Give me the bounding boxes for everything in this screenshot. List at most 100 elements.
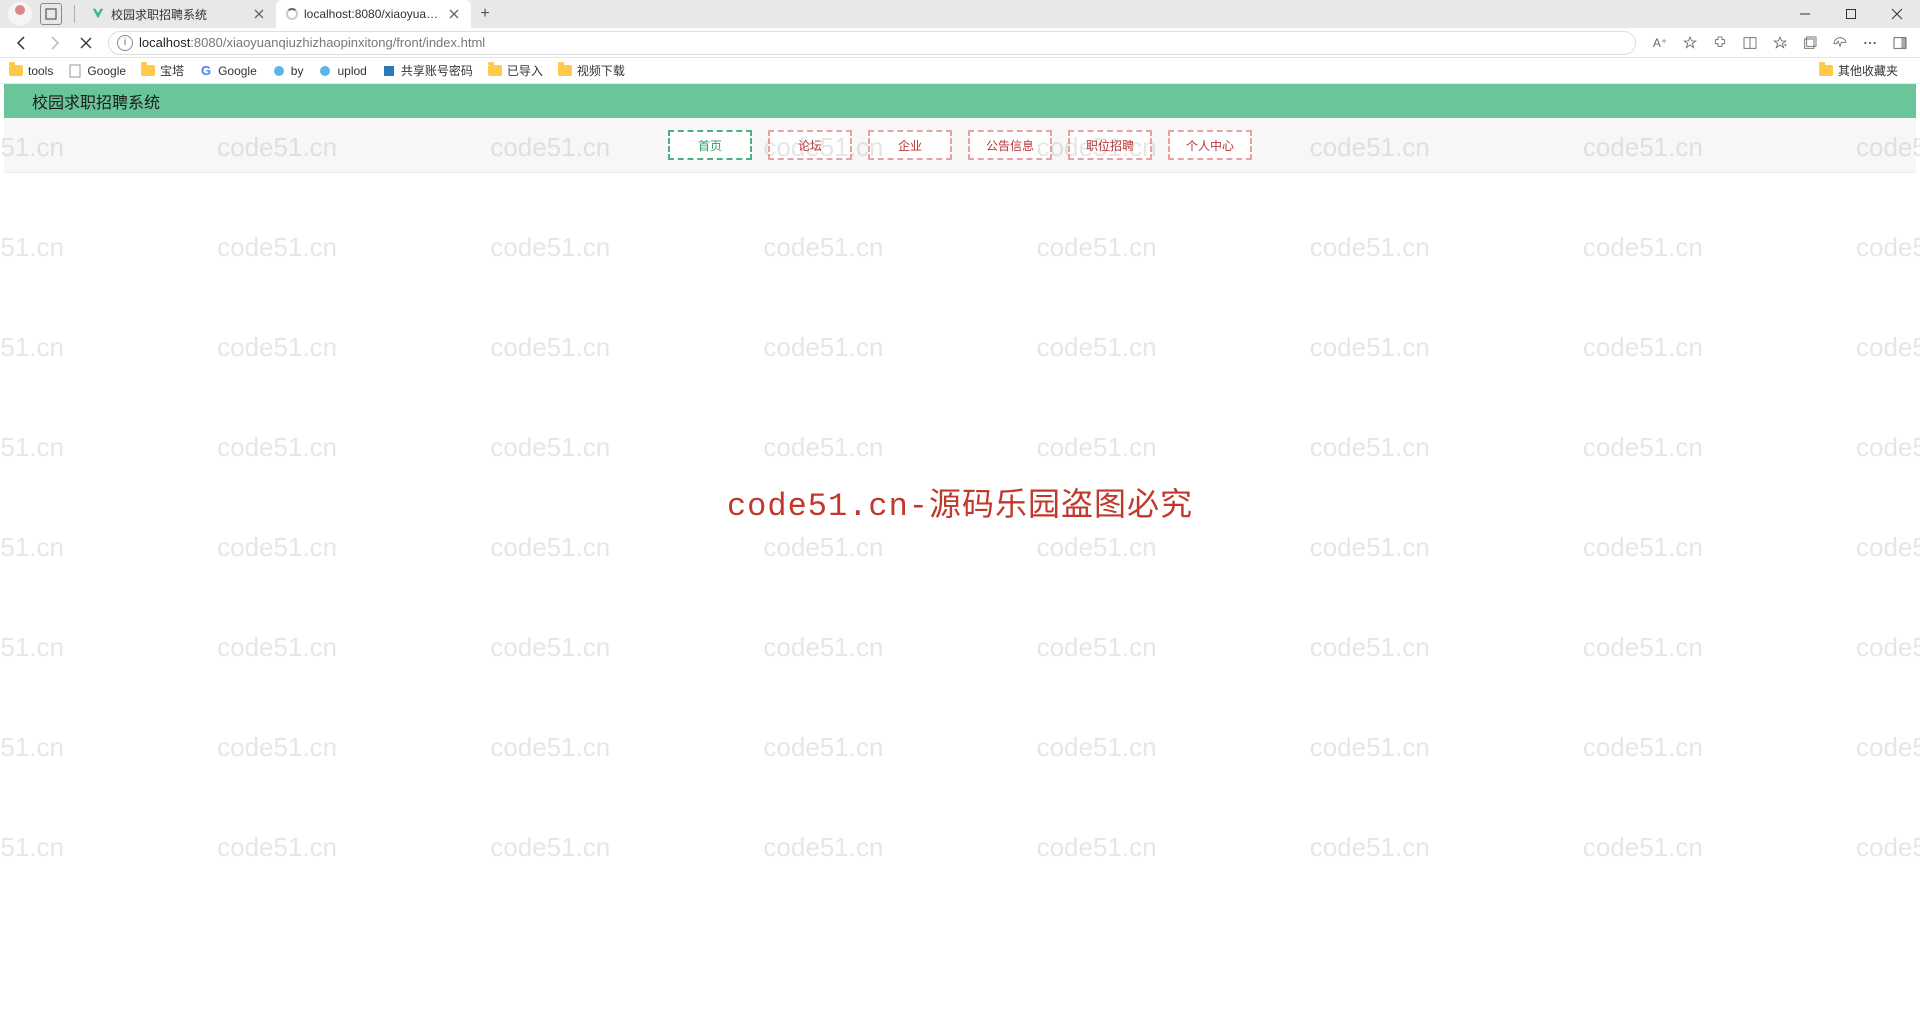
read-aloud-button[interactable]: A⁺ bbox=[1650, 33, 1670, 53]
window-controls bbox=[1782, 0, 1920, 28]
menu-tab-jobs[interactable]: 职位招聘 bbox=[1068, 130, 1152, 160]
watermark-text: code51.cn bbox=[1583, 632, 1703, 663]
menu-tab-home[interactable]: 首页 bbox=[668, 130, 752, 160]
forward-button[interactable] bbox=[38, 29, 70, 57]
watermark-text: code51.cn bbox=[217, 332, 337, 363]
watermark-text: code51.cn bbox=[0, 332, 64, 363]
watermark-text: code51.cn bbox=[1037, 332, 1157, 363]
tab-title: 校园求职招聘系统 bbox=[111, 6, 246, 23]
site-icon bbox=[317, 63, 333, 79]
watermark-text: code51.cn bbox=[1856, 832, 1920, 863]
watermark-text: code51.cn bbox=[1856, 332, 1920, 363]
watermark-text: code51.cn bbox=[1310, 332, 1430, 363]
separator bbox=[74, 5, 75, 23]
watermark-text: code51.cn bbox=[763, 832, 883, 863]
folder-icon bbox=[487, 63, 503, 79]
stop-reload-button[interactable] bbox=[70, 29, 102, 57]
folder-icon bbox=[1818, 63, 1834, 79]
bookmark-overflow[interactable]: 其他收藏夹 bbox=[1818, 62, 1898, 79]
watermark-text: code51.cn bbox=[0, 232, 64, 263]
bookmark-item[interactable]: tools bbox=[8, 63, 53, 79]
collections-icon[interactable] bbox=[1800, 33, 1820, 53]
watermark-text: code51.cn bbox=[1583, 232, 1703, 263]
watermark-text: code51.cn bbox=[763, 532, 883, 563]
vue-favicon-icon bbox=[91, 7, 105, 21]
watermark-text: code51.cn bbox=[217, 532, 337, 563]
main-menu-tabs: 首页 论坛 企业 公告信息 职位招聘 个人中心 bbox=[4, 118, 1916, 173]
bookmark-item[interactable]: uplod bbox=[317, 63, 366, 79]
bookmark-item[interactable]: GGoogle bbox=[198, 63, 257, 79]
split-screen-icon[interactable] bbox=[1740, 33, 1760, 53]
address-bar[interactable]: i localhost:8080/xiaoyuanqiuzhizhaopinxi… bbox=[108, 31, 1636, 55]
tab-title: localhost:8080/xiaoyuanqiuzhizh bbox=[304, 7, 441, 21]
browser-titlebar: 校园求职招聘系统 localhost:8080/xiaoyuanqiuzhizh… bbox=[0, 0, 1920, 28]
watermark-text: code51.cn bbox=[763, 632, 883, 663]
watermark-text: code51.cn bbox=[1310, 432, 1430, 463]
address-bar-row: i localhost:8080/xiaoyuanqiuzhizhaopinxi… bbox=[0, 28, 1920, 58]
performance-icon[interactable] bbox=[1830, 33, 1850, 53]
watermark-text: code51.cn bbox=[1037, 832, 1157, 863]
browser-tab[interactable]: 校园求职招聘系统 bbox=[81, 0, 276, 28]
site-info-icon[interactable]: i bbox=[117, 35, 133, 51]
close-window-button[interactable] bbox=[1874, 0, 1920, 28]
folder-icon bbox=[557, 63, 573, 79]
favorites-icon[interactable] bbox=[1770, 33, 1790, 53]
page-icon bbox=[67, 63, 83, 79]
sidebar-toggle-icon[interactable] bbox=[1890, 33, 1910, 53]
watermark-text: code51.cn bbox=[763, 432, 883, 463]
menu-tab-notice[interactable]: 公告信息 bbox=[968, 130, 1052, 160]
site-icon bbox=[271, 63, 287, 79]
watermark-text: code51.cn bbox=[1583, 432, 1703, 463]
favorite-star-icon[interactable] bbox=[1680, 33, 1700, 53]
bookmark-item[interactable]: 视频下载 bbox=[557, 62, 625, 79]
folder-icon bbox=[140, 63, 156, 79]
menu-tab-forum[interactable]: 论坛 bbox=[768, 130, 852, 160]
bookmark-item[interactable]: 已导入 bbox=[487, 62, 543, 79]
watermark-text: code51.cn bbox=[1583, 832, 1703, 863]
watermark-text: code51.cn bbox=[490, 232, 610, 263]
extensions-icon[interactable] bbox=[1710, 33, 1730, 53]
menu-tab-company[interactable]: 企业 bbox=[868, 130, 952, 160]
page-title-bar: 校园求职招聘系统 bbox=[4, 84, 1916, 118]
watermark-text: code51.cn bbox=[490, 832, 610, 863]
watermark-text: code51.cn bbox=[1583, 732, 1703, 763]
menu-tab-usercenter[interactable]: 个人中心 bbox=[1168, 130, 1252, 160]
watermark-text: code51.cn bbox=[217, 632, 337, 663]
watermark-text: code51.cn bbox=[0, 732, 64, 763]
watermark-text: code51.cn bbox=[1037, 232, 1157, 263]
watermark-text: code51.cn bbox=[1037, 732, 1157, 763]
google-icon: G bbox=[198, 63, 214, 79]
url-text: localhost:8080/xiaoyuanqiuzhizhaopinxito… bbox=[139, 35, 485, 50]
tab-close-button[interactable] bbox=[447, 7, 461, 21]
minimize-button[interactable] bbox=[1782, 0, 1828, 28]
tab-close-button[interactable] bbox=[252, 7, 266, 21]
maximize-button[interactable] bbox=[1828, 0, 1874, 28]
watermark-text: code51.cn bbox=[0, 432, 64, 463]
watermark-text: code51.cn bbox=[217, 432, 337, 463]
watermark-text: code51.cn bbox=[490, 332, 610, 363]
tab-overview-button[interactable] bbox=[40, 3, 62, 25]
watermark-text: code51.cn bbox=[763, 332, 883, 363]
more-menu-icon[interactable] bbox=[1860, 33, 1880, 53]
watermark-text: code51.cn bbox=[1583, 332, 1703, 363]
watermark-text: code51.cn bbox=[1037, 632, 1157, 663]
watermark-text: code51.cn bbox=[1310, 232, 1430, 263]
watermark-text: code51.cn bbox=[490, 732, 610, 763]
new-tab-button[interactable]: + bbox=[471, 0, 499, 28]
bookmark-item[interactable]: Google bbox=[67, 63, 126, 79]
profile-avatar[interactable] bbox=[8, 2, 32, 26]
loading-spinner-icon bbox=[286, 8, 298, 20]
watermark-text: code51.cn bbox=[763, 232, 883, 263]
bookmark-item[interactable]: 宝塔 bbox=[140, 62, 184, 79]
back-button[interactable] bbox=[6, 29, 38, 57]
watermark-text: code51.cn bbox=[490, 432, 610, 463]
bookmark-item[interactable]: by bbox=[271, 63, 304, 79]
bookmark-item[interactable]: 共享账号密码 bbox=[381, 62, 473, 79]
watermark-text: code51.cn bbox=[217, 232, 337, 263]
browser-tab[interactable]: localhost:8080/xiaoyuanqiuzhizh bbox=[276, 0, 471, 28]
watermark-text: code51.cn bbox=[1856, 732, 1920, 763]
watermark-text: code51.cn bbox=[1310, 832, 1430, 863]
watermark-layer: code51.cn code51.cn code51.cn code51.cn code… bbox=[4, 84, 1916, 1036]
watermark-text: code51.cn bbox=[1583, 532, 1703, 563]
watermark-text: code51.cn bbox=[1310, 532, 1430, 563]
